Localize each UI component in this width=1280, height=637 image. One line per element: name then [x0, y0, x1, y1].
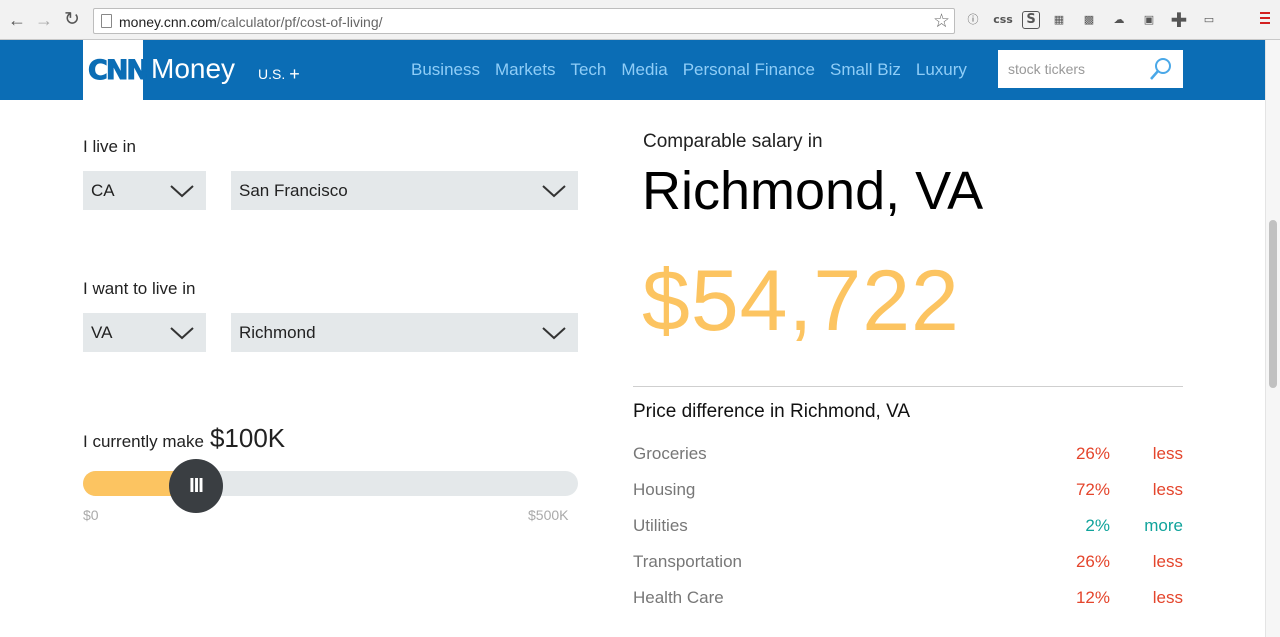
nav-luxury[interactable]: Luxury [916, 60, 967, 80]
divider [633, 386, 1183, 387]
nav-personal-finance[interactable]: Personal Finance [683, 60, 815, 80]
address-bar[interactable]: money.cnn.com/calculator/pf/cost-of-livi… [93, 8, 955, 34]
crosshair-icon[interactable]: ✚ [1168, 10, 1190, 30]
make-amount: $100K [209, 423, 286, 453]
price-percent: 26% [1075, 444, 1110, 463]
price-direction: less [1152, 444, 1183, 463]
cloud-icon[interactable]: ☁ [1108, 10, 1130, 30]
to-state-select[interactable]: VA [83, 313, 206, 352]
cnn-logo[interactable]: CNN [83, 40, 150, 100]
price-percent: 12% [1075, 588, 1110, 607]
to-state-value: VA [91, 323, 113, 342]
price-percent: 2% [1085, 516, 1110, 535]
css-icon[interactable]: css [992, 10, 1014, 30]
cast-icon[interactable]: ▭ [1198, 10, 1220, 30]
from-state-value: CA [91, 181, 115, 200]
comparable-salary-label: Comparable salary in [643, 131, 823, 152]
url-text[interactable]: money.cnn.com/calculator/pf/cost-of-livi… [119, 14, 383, 30]
from-city-select[interactable]: San Francisco [231, 171, 578, 210]
site-header: CNN Money U.S. + Business Markets Tech Me… [0, 40, 1265, 100]
search-input[interactable] [998, 50, 1148, 88]
nav-small-biz[interactable]: Small Biz [830, 60, 901, 80]
slider-max-label: $500K [528, 507, 569, 523]
url-path: /calculator/pf/cost-of-living/ [216, 14, 383, 30]
destination-city: Richmond, VA [642, 161, 984, 221]
chevron-down-icon [170, 327, 194, 340]
info-icon[interactable]: ⓘ [962, 10, 984, 30]
price-direction: less [1152, 552, 1183, 571]
to-city-select[interactable]: Richmond [231, 313, 578, 352]
want-to-live-label: I want to live in [83, 279, 196, 298]
comparable-salary-value: $54,722 [642, 253, 960, 349]
search-box [998, 50, 1183, 88]
nav-business[interactable]: Business [411, 60, 480, 80]
price-direction: more [1144, 516, 1183, 535]
page-icon [101, 14, 112, 28]
nav-media[interactable]: Media [621, 60, 667, 80]
price-category: Transportation [633, 552, 742, 571]
price-direction: less [1152, 480, 1183, 499]
camera-icon[interactable]: ▣ [1138, 10, 1160, 30]
edition-label: U.S. [258, 66, 286, 82]
price-percent: 26% [1075, 552, 1110, 571]
price-category: Utilities [633, 516, 688, 535]
nav-tech[interactable]: Tech [570, 60, 606, 80]
price-category: Housing [633, 480, 696, 499]
price-percent: 72% [1075, 480, 1110, 499]
search-icon[interactable] [1149, 57, 1173, 81]
reload-icon[interactable]: ↻ [61, 9, 83, 31]
folders-icon[interactable]: ▦ [1048, 10, 1070, 30]
edition-selector[interactable]: U.S. + [258, 64, 300, 85]
menu-icon[interactable] [1260, 12, 1270, 26]
income-label: I currently make $100K [83, 423, 285, 454]
brand-money[interactable]: Money [151, 53, 235, 85]
browser-toolbar: ← → ↻ money.cnn.com/calculator/pf/cost-o… [0, 0, 1280, 40]
price-direction: less [1152, 588, 1183, 607]
slider-min-label: $0 [83, 507, 99, 523]
from-state-select[interactable]: CA [83, 171, 206, 210]
from-city-value: San Francisco [239, 181, 348, 200]
price-row: Utilities 2% more [633, 516, 1183, 540]
back-arrow-icon[interactable]: ← [6, 9, 28, 31]
price-row: Groceries 26% less [633, 444, 1183, 468]
scrollbar-thumb[interactable] [1269, 220, 1277, 388]
url-host: money.cnn.com [119, 14, 217, 30]
extension-icons: ⓘ css S ▦ ▩ ☁ ▣ ✚ ▭ [962, 9, 1220, 31]
page-scrollbar[interactable] [1265, 40, 1280, 637]
main-nav: Business Markets Tech Media Personal Fin… [411, 60, 982, 80]
make-label: I currently make [83, 432, 204, 451]
live-in-label: I live in [83, 137, 136, 156]
income-slider-track[interactable] [83, 471, 578, 496]
chevron-down-icon [542, 185, 566, 198]
chevron-down-icon [170, 185, 194, 198]
s-box-icon[interactable]: S [1022, 11, 1040, 29]
dsc-icon[interactable]: ▩ [1078, 10, 1100, 30]
nav-markets[interactable]: Markets [495, 60, 555, 80]
price-category: Health Care [633, 588, 724, 607]
forward-arrow-icon[interactable]: → [33, 9, 55, 31]
bookmark-star-icon[interactable]: ☆ [933, 10, 950, 33]
chevron-down-icon [542, 327, 566, 340]
plus-icon: + [289, 64, 300, 84]
price-row: Housing 72% less [633, 480, 1183, 504]
income-slider-handle[interactable]: III [169, 459, 223, 513]
price-row: Transportation 26% less [633, 552, 1183, 576]
price-category: Groceries [633, 444, 707, 463]
to-city-value: Richmond [239, 323, 316, 342]
price-row: Health Care 12% less [633, 588, 1183, 612]
price-difference-title: Price difference in Richmond, VA [633, 401, 911, 422]
